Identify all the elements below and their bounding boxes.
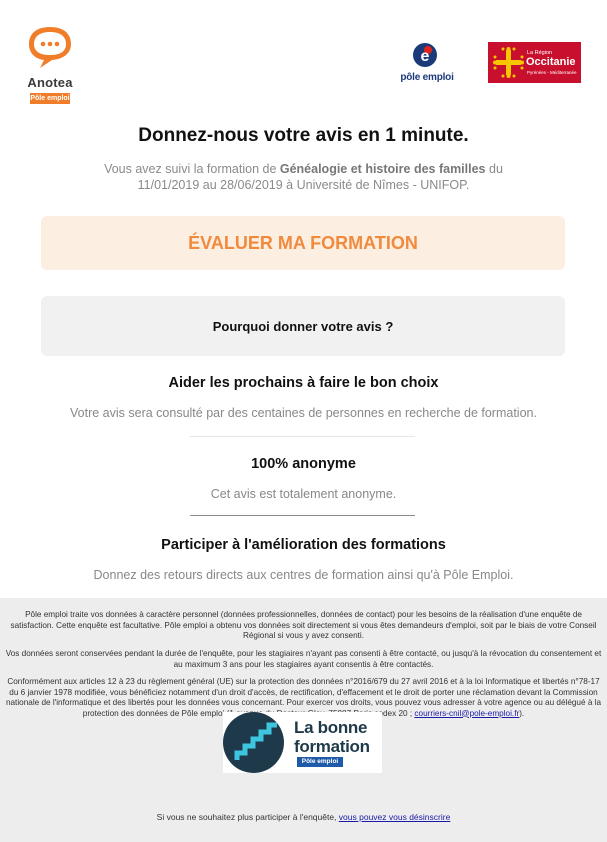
email-header: Anotea Pôle emploi e pôle emploi La Régi… bbox=[0, 0, 607, 112]
reason-text: Donnez des retours directs aux centres d… bbox=[93, 568, 514, 582]
legal-paragraph: Vos données seront conservées pendant la… bbox=[5, 649, 602, 669]
legal-text-end: ). bbox=[519, 708, 525, 718]
unsubscribe-line: Si vous ne souhaitez plus participer à l… bbox=[0, 812, 607, 822]
page-title: Donnez-nous votre avis en 1 minute. bbox=[138, 125, 469, 146]
la-bonne-formation-logo: La bonne formation Pôle emploi bbox=[223, 712, 382, 773]
speech-bubble-icon bbox=[29, 27, 71, 68]
divider bbox=[190, 515, 415, 516]
stairs-icon bbox=[223, 712, 284, 773]
intro-text: Vous avez suivi la formation de Généalog… bbox=[80, 161, 527, 193]
reason-text: Votre avis sera consulté par des centain… bbox=[70, 406, 537, 420]
lbf-title-line1: La bonne bbox=[294, 718, 368, 737]
reason-block: Aider les prochains à faire le bon choix… bbox=[0, 375, 607, 420]
why-section-header: Pourquoi donner votre avis ? bbox=[41, 296, 565, 356]
unsubscribe-link[interactable]: vous pouvez vous désinscrire bbox=[339, 812, 451, 822]
region-label-main: Occitanie bbox=[526, 56, 576, 68]
reason-block: Participer à l'amélioration des formatio… bbox=[0, 537, 607, 582]
reason-title: 100% anonyme bbox=[251, 456, 356, 472]
pole-emploi-logo: e pôle emploi bbox=[398, 38, 456, 86]
reason-text: Cet avis est totalement anonyme. bbox=[210, 487, 397, 501]
svg-text:e: e bbox=[421, 48, 430, 65]
reason-title: Aider les prochains à faire le bon choix bbox=[168, 375, 439, 391]
cnil-email-link[interactable]: courriers-cnil@pole-emploi.fr bbox=[414, 709, 519, 718]
evaluate-training-button[interactable]: ÉVALUER MA FORMATION bbox=[41, 216, 565, 270]
anotea-name: Anotea bbox=[27, 75, 73, 90]
intro-prefix: Vous avez suivi la formation de bbox=[104, 162, 280, 176]
unsubscribe-text: Si vous ne souhaitez plus participer à l… bbox=[156, 812, 339, 822]
anotea-tag: Pôle emploi bbox=[30, 93, 70, 104]
reason-title: Participer à l'amélioration des formatio… bbox=[161, 537, 446, 553]
region-label-sub: Pyrénées - Méditerranée bbox=[527, 70, 577, 75]
lbf-tag: Pôle emploi bbox=[297, 757, 343, 767]
region-occitanie-logo: La Région Occitanie Pyrénées - Méditerra… bbox=[488, 42, 581, 83]
lbf-title-line2: formation bbox=[294, 737, 370, 756]
reason-block: 100% anonyme Cet avis est totalement ano… bbox=[0, 456, 607, 501]
pole-emploi-text: pôle emploi bbox=[400, 72, 454, 83]
divider bbox=[190, 436, 415, 437]
pole-emploi-e-icon: e bbox=[413, 43, 437, 67]
occitan-cross-icon bbox=[493, 47, 524, 78]
legal-paragraph: Pôle emploi traite vos données à caractè… bbox=[10, 610, 597, 640]
course-name: Généalogie et histoire des familles bbox=[279, 162, 486, 176]
